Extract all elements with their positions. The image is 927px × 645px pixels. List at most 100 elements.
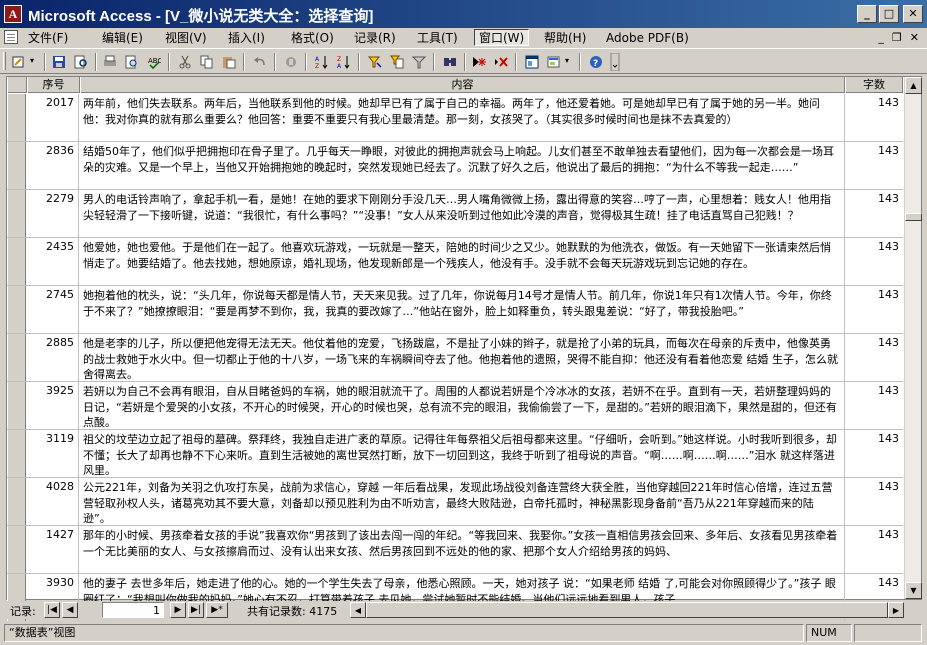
menu-adobe-pdf[interactable]: Adobe PDF(B) — [602, 30, 693, 47]
mdi-restore-button[interactable]: ❐ — [892, 31, 902, 44]
menu-records[interactable]: 记录(R) — [350, 30, 400, 47]
insert-object-button[interactable] — [282, 53, 300, 71]
cell-content[interactable]: 祖父的坟茔边立起了祖母的墓碑。祭拜终，我独自走进广袤的草原。记得往年每祭祖父后祖… — [80, 430, 845, 477]
save-button[interactable] — [50, 53, 68, 71]
row-selector[interactable] — [7, 238, 26, 285]
row-selector[interactable] — [7, 334, 26, 381]
filter-by-form-button[interactable] — [388, 53, 406, 71]
cut-button[interactable] — [176, 53, 194, 71]
cell-count[interactable]: 143 — [845, 478, 903, 525]
column-header-id[interactable]: 序号 — [27, 77, 80, 93]
cell-id[interactable]: 2885 — [27, 334, 79, 381]
delete-record-button[interactable] — [492, 53, 510, 71]
menu-window[interactable]: 窗口(W) — [474, 29, 530, 46]
toolbar-options-button[interactable] — [610, 53, 620, 71]
toolbar-grip[interactable] — [3, 52, 6, 70]
maximize-button[interactable]: □ — [879, 5, 899, 23]
table-row[interactable]: 1427 那年的小时候、男孩牵着女孩的手说”我喜欢你“男孩到了该出去闯一闯的年纪。… — [7, 526, 903, 574]
vertical-scrollbar[interactable]: ▲ ▼ — [904, 77, 922, 599]
help-button[interactable]: ? — [587, 53, 605, 71]
document-icon[interactable] — [4, 30, 18, 44]
sort-descending-button[interactable]: ZA — [335, 53, 353, 71]
cell-content[interactable]: 若妍以为自己不会再有眼泪，自从目睹爸妈的车祸，她的眼泪就流干了。周围的人都说若妍… — [80, 382, 845, 429]
cell-id[interactable]: 2435 — [27, 238, 79, 285]
table-row[interactable]: 2435 他爱她，她也爱他。于是他们在一起了。他喜欢玩游戏，一玩就是一整天，陪她的… — [7, 238, 903, 286]
cell-id[interactable]: 4028 — [27, 478, 79, 525]
cell-id[interactable]: 3925 — [27, 382, 79, 429]
horizontal-scrollbar[interactable]: ◀ ▶ — [350, 602, 904, 618]
table-row[interactable]: 2017 两年前，他们失去联系。两年后，当他联系到他的时候。她却早已有了属于自己的… — [7, 94, 903, 142]
select-all-corner[interactable] — [7, 77, 27, 93]
column-header-count[interactable]: 字数 — [845, 77, 903, 93]
cell-content[interactable]: 他爱她，她也爱他。于是他们在一起了。他喜欢玩游戏，一玩就是一整天，陪她的时间少之… — [80, 238, 845, 285]
spellcheck-button[interactable]: ABC — [145, 53, 163, 71]
sort-ascending-button[interactable]: AZ — [313, 53, 331, 71]
menu-format[interactable]: 格式(O) — [287, 30, 338, 47]
row-selector[interactable] — [7, 382, 26, 429]
scroll-right-button[interactable]: ▶ — [888, 602, 904, 618]
cell-count[interactable]: 143 — [845, 526, 903, 573]
row-selector[interactable] — [7, 94, 26, 141]
next-record-button[interactable]: ▶ — [170, 602, 186, 618]
horizontal-scroll-thumb[interactable] — [366, 602, 888, 618]
access-app-icon[interactable]: A — [4, 5, 22, 23]
find-button[interactable] — [441, 53, 459, 71]
database-window-button[interactable] — [523, 53, 541, 71]
table-row[interactable]: 2745 她抱着他的枕头，说：“头几年，你说每天都是情人节，天天来见我。过了几年，… — [7, 286, 903, 334]
apply-filter-button[interactable] — [410, 53, 428, 71]
cell-content[interactable]: 公元221年，刘备为关羽之仇攻打东吴，战前为求信心，穿越 一年后看战果，发现此场… — [80, 478, 845, 525]
column-header-content[interactable]: 内容 — [80, 77, 845, 93]
menu-view[interactable]: 视图(V) — [161, 30, 211, 47]
cell-count[interactable]: 143 — [845, 142, 903, 189]
menu-insert[interactable]: 插入(I) — [224, 30, 269, 47]
search-file-button[interactable] — [72, 53, 90, 71]
cell-count[interactable]: 143 — [845, 238, 903, 285]
cell-content[interactable]: 两年前，他们失去联系。两年后，当他联系到他的时候。她却早已有了属于自己的幸福。两… — [80, 94, 845, 141]
row-selector[interactable] — [7, 190, 26, 237]
table-row[interactable]: 3925 若妍以为自己不会再有眼泪，自从目睹爸妈的车祸，她的眼泪就流干了。周围的人… — [7, 382, 903, 430]
row-selector[interactable] — [7, 430, 26, 477]
view-button[interactable]: ▾ — [10, 53, 40, 71]
cell-id[interactable]: 2836 — [27, 142, 79, 189]
cell-count[interactable]: 143 — [845, 94, 903, 141]
row-selector[interactable] — [7, 142, 26, 189]
cell-content[interactable]: 男人的电话铃声响了，拿起手机一看，是她！在她的要求下刚刚分手没几天…男人嘴角微微… — [80, 190, 845, 237]
last-record-button[interactable]: ▶| — [188, 602, 204, 618]
first-record-button[interactable]: |◀ — [44, 602, 60, 618]
cell-id[interactable]: 2017 — [27, 94, 79, 141]
row-selector[interactable] — [7, 286, 26, 333]
cell-count[interactable]: 143 — [845, 382, 903, 429]
table-row[interactable]: 3119 祖父的坟茔边立起了祖母的墓碑。祭拜终，我独自走进广袤的草原。记得往年每祭… — [7, 430, 903, 478]
row-selector[interactable] — [7, 526, 26, 573]
new-object-button[interactable]: ▾ — [545, 53, 573, 71]
cell-id[interactable]: 2279 — [27, 190, 79, 237]
cell-content[interactable]: 他是老李的儿子，所以便把他宠得无法无天。他仗着他的宠爱，飞扬跋扈，不是扯了小妹的… — [80, 334, 845, 381]
table-row[interactable]: 4028 公元221年，刘备为关羽之仇攻打东吴，战前为求信心，穿越 一年后看战果，… — [7, 478, 903, 526]
cell-count[interactable]: 143 — [845, 190, 903, 237]
menu-file[interactable]: 文件(F) — [24, 30, 72, 47]
new-record-button[interactable] — [470, 53, 488, 71]
scroll-up-button[interactable]: ▲ — [905, 77, 922, 94]
menu-help[interactable]: 帮助(H) — [540, 30, 590, 47]
cell-count[interactable]: 143 — [845, 334, 903, 381]
mdi-minimize-button[interactable]: _ — [878, 31, 884, 44]
cell-id[interactable]: 1427 — [27, 526, 79, 573]
menu-tools[interactable]: 工具(T) — [413, 30, 462, 47]
print-preview-button[interactable] — [123, 53, 141, 71]
close-button[interactable]: ✕ — [903, 5, 923, 23]
new-record-nav-button[interactable]: ▶* — [206, 602, 228, 618]
scroll-thumb[interactable] — [905, 213, 922, 221]
table-row[interactable]: 2279 男人的电话铃声响了，拿起手机一看，是她！在她的要求下刚刚分手没几天…男人… — [7, 190, 903, 238]
print-button[interactable] — [101, 53, 119, 71]
cell-content[interactable]: 那年的小时候、男孩牵着女孩的手说”我喜欢你“男孩到了该出去闯一闯的年纪。“等我回… — [80, 526, 845, 573]
table-row[interactable]: 2836 结婚50年了，他们似乎把拥抱印在骨子里了。几乎每天一睁眼，对彼此的拥抱声… — [7, 142, 903, 190]
minimize-button[interactable]: _ — [857, 5, 877, 23]
cell-id[interactable]: 2745 — [27, 286, 79, 333]
table-row[interactable]: 2885 他是老李的儿子，所以便把他宠得无法无天。他仗着他的宠爱，飞扬跋扈，不是扯… — [7, 334, 903, 382]
copy-button[interactable] — [198, 53, 216, 71]
filter-by-selection-button[interactable] — [366, 53, 384, 71]
cell-count[interactable]: 143 — [845, 286, 903, 333]
paste-button[interactable] — [220, 53, 238, 71]
record-number-input[interactable] — [102, 602, 164, 618]
cell-content[interactable]: 结婚50年了，他们似乎把拥抱印在骨子里了。几乎每天一睁眼，对彼此的拥抱声就会马上… — [80, 142, 845, 189]
